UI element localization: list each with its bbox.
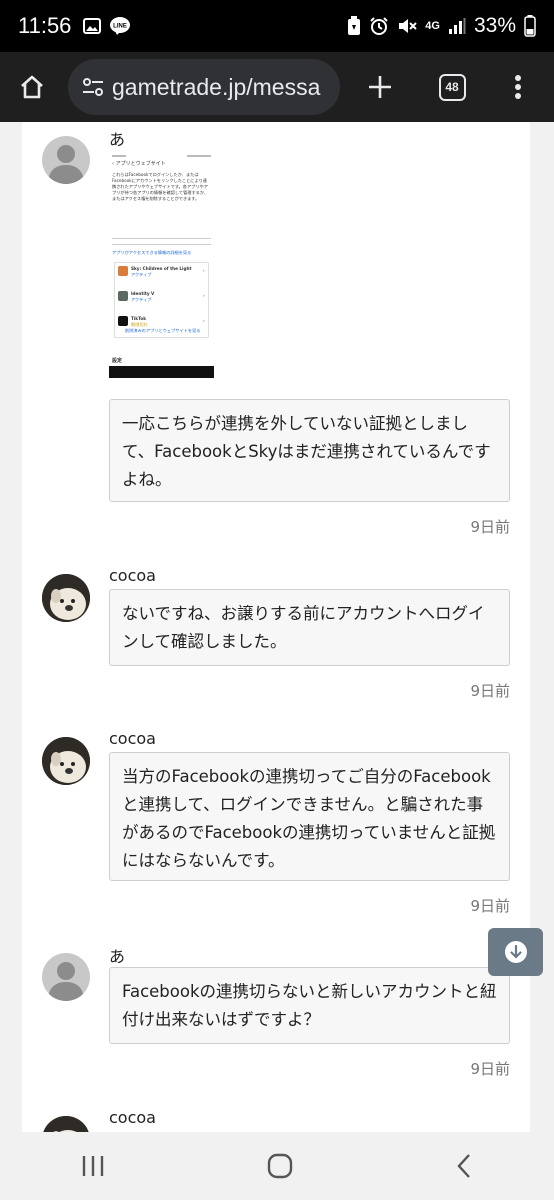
back-button[interactable] <box>455 1153 473 1179</box>
username: cocoa <box>109 729 156 748</box>
username: cocoa <box>109 566 156 585</box>
home-nav-button[interactable] <box>267 1153 293 1179</box>
browser-toolbar: gametrade.jp/messa 48 <box>0 52 554 122</box>
username: あ <box>109 130 126 149</box>
vpn-key-icon <box>347 16 361 36</box>
signal-icon <box>448 17 466 35</box>
dog-avatar-icon <box>42 574 90 622</box>
message-bubble: 一応こちらが連携を外していない証拠としまして、FacebookとSkyはまだ連携… <box>109 399 510 502</box>
plus-icon <box>369 76 391 98</box>
screenshot-removed-link: 削除済みのアプリとウェブサイトを見る <box>125 328 201 333</box>
back-chevron-icon <box>457 1154 470 1178</box>
url-text: gametrade.jp/messa <box>112 73 321 100</box>
screenshot-nav-bar <box>109 366 214 378</box>
tab-switcher-button[interactable]: 48 <box>420 52 484 122</box>
tiktok-app-icon <box>118 316 128 326</box>
screenshot-link: アプリがアクセスできる情報の詳細を見る <box>112 250 192 255</box>
avatar[interactable] <box>42 737 90 785</box>
mute-icon <box>397 16 417 36</box>
screenshot-intro: これらはFacebookでログインしたか、またはFacebookにアカウントをリ… <box>112 172 209 201</box>
system-navigation-bar <box>0 1132 554 1200</box>
menu-button[interactable] <box>484 52 552 122</box>
message-time: 9日前 <box>470 1060 510 1078</box>
avatar[interactable] <box>42 574 90 622</box>
battery-icon <box>524 15 536 37</box>
message-time: 9日前 <box>470 682 510 700</box>
url-bar[interactable]: gametrade.jp/messa <box>68 59 340 115</box>
message-bubble: ないですね、お譲りする前にアカウントへログインして確認しました。 <box>109 589 510 666</box>
tab-count: 48 <box>438 73 466 101</box>
message-time: 9日前 <box>470 897 510 915</box>
line-app-icon: LINE <box>109 16 131 36</box>
back-chevron-icon: ‹ <box>112 161 114 167</box>
more-vert-icon <box>515 75 521 99</box>
avatar[interactable] <box>42 1116 90 1132</box>
message-thread: あ ‹ アプリとウェブサイト これらはFacebookでログインしたか、またはF… <box>22 122 530 1132</box>
dog-avatar-icon <box>42 737 90 785</box>
screenshot-header: ‹ アプリとウェブサイト <box>112 161 166 167</box>
avatar[interactable] <box>42 136 90 184</box>
attached-screenshot[interactable]: ‹ アプリとウェブサイト これらはFacebookでログインしたか、またはFac… <box>109 152 214 378</box>
home-button[interactable] <box>0 52 64 122</box>
arrow-down-circle-icon <box>504 941 527 963</box>
web-page: あ ‹ アプリとウェブサイト これらはFacebookでログインしたか、またはF… <box>0 122 554 1132</box>
identity-v-app-icon <box>118 291 128 301</box>
svg-text:LINE: LINE <box>114 24 128 30</box>
network-type: 4G <box>425 20 440 32</box>
recent-apps-icon <box>82 1156 104 1176</box>
site-settings-icon[interactable] <box>82 77 104 97</box>
avatar[interactable] <box>42 953 90 1001</box>
message-time: 9日前 <box>470 518 510 536</box>
new-tab-button[interactable] <box>340 52 420 122</box>
username: cocoa <box>109 1108 156 1127</box>
message-bubble: Facebookの連携切らないと新しいアカウントと紐付け出来ないはずですよ？ <box>109 967 510 1044</box>
recent-apps-button[interactable] <box>81 1154 105 1178</box>
status-time: 11:56 <box>18 13 72 38</box>
battery-level: 33% <box>473 14 516 37</box>
default-user-icon <box>48 145 84 184</box>
message-bubble: 当方のFacebookの連携切ってご自分のFacebookと連携して、ログインで… <box>109 752 510 881</box>
alarm-icon <box>369 16 389 36</box>
sky-app-icon <box>118 266 128 276</box>
dog-avatar-icon <box>42 1116 90 1132</box>
home-circle-icon <box>267 1153 293 1179</box>
scroll-to-bottom-button[interactable] <box>488 928 543 976</box>
status-bar: 11:56 LINE 4G 33% <box>0 0 554 52</box>
gallery-icon <box>83 18 102 34</box>
default-user-icon <box>48 962 84 1001</box>
home-icon <box>21 75 43 99</box>
username: あ <box>109 947 126 966</box>
